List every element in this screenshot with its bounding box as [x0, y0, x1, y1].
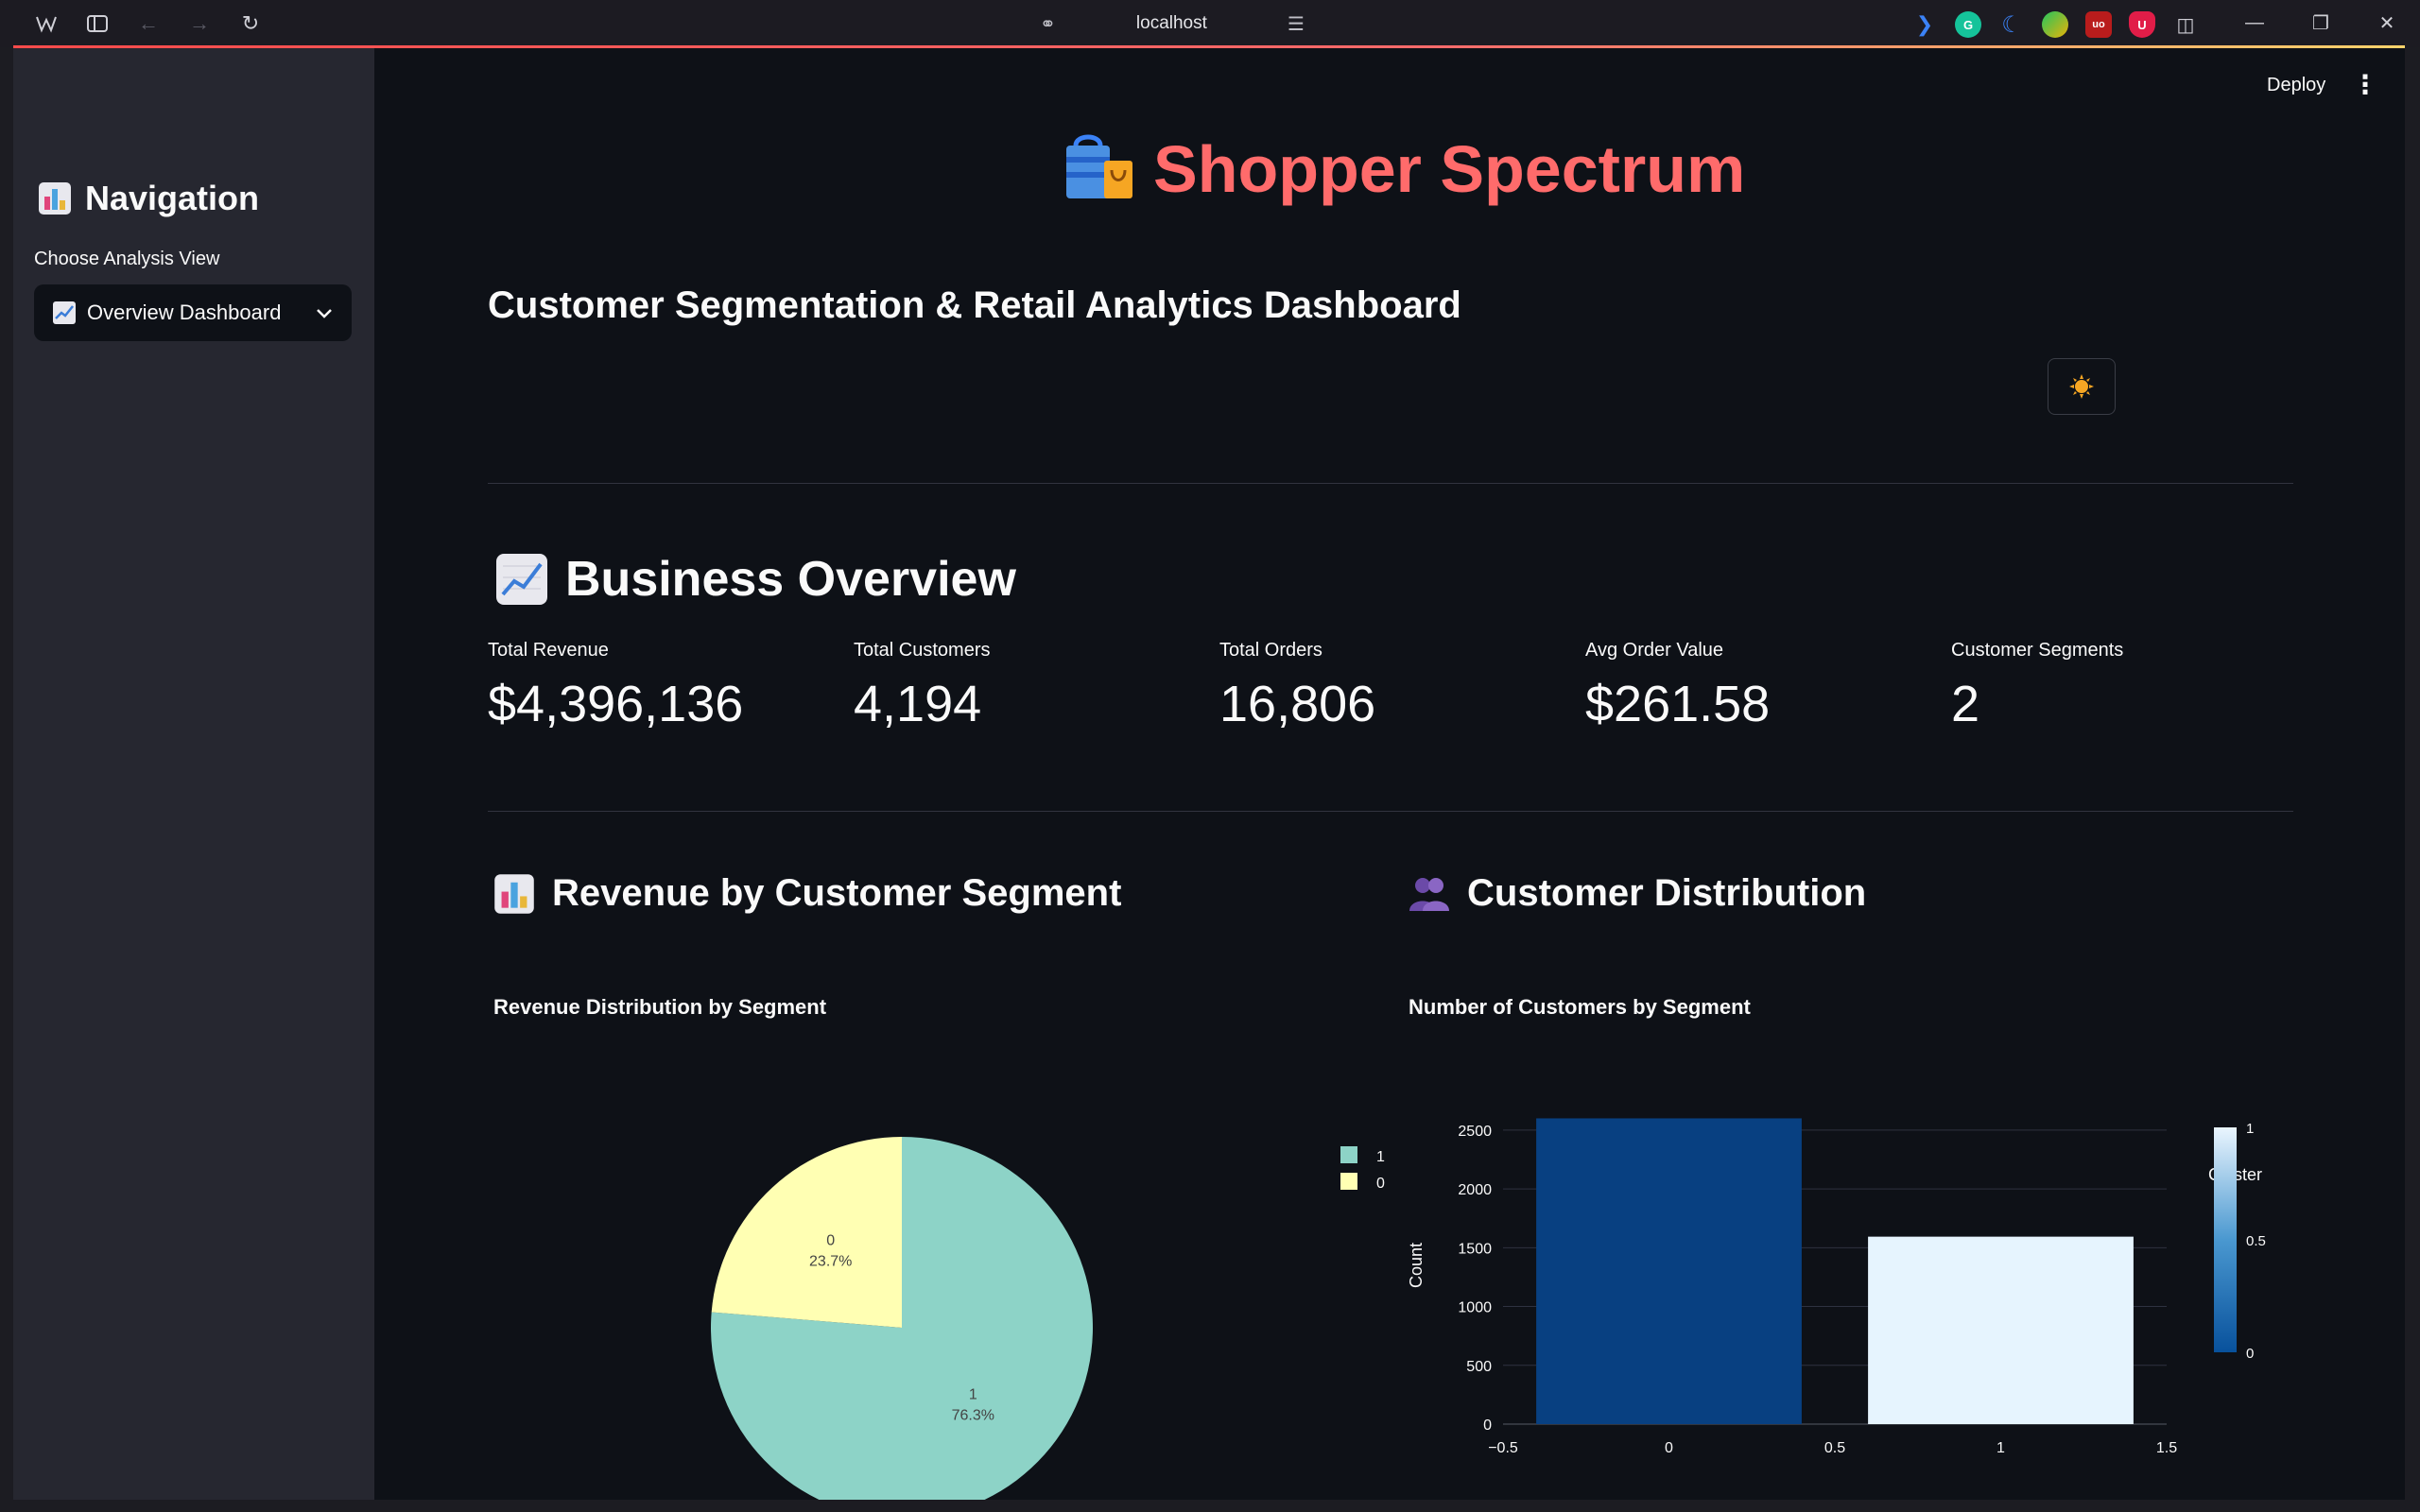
revenue-pie-chart[interactable]: 1 76.3% 0 23.7% 1 0 — [486, 1078, 1393, 1500]
app-window: Navigation Choose Analysis View Overview… — [13, 48, 2405, 1500]
legend-label: 1 — [1376, 1149, 1385, 1165]
sidebar-title: Navigation — [38, 179, 259, 218]
pie-chart-title: Revenue Distribution by Segment — [493, 995, 827, 1019]
bar-segment-1[interactable] — [1868, 1236, 2134, 1424]
y-tick-label: 1500 — [1458, 1241, 1492, 1257]
dark-mode-icon[interactable]: ☾ — [1998, 11, 2025, 38]
bar-chart-icon — [493, 873, 535, 915]
close-icon[interactable]: ✕ — [2354, 0, 2420, 45]
x-tick-label: 1.5 — [2156, 1440, 2177, 1456]
deploy-button[interactable]: Deploy — [2267, 75, 2325, 96]
sidebar: Navigation Choose Analysis View Overview… — [13, 48, 374, 1500]
colorbar — [2214, 1127, 2237, 1352]
extension-arrow-icon[interactable]: ❯ — [1911, 11, 1938, 38]
metric-label: Total Orders — [1219, 640, 1322, 661]
extensions-bar: ❯ G ☾ uo U ◫ — [1911, 11, 2199, 38]
metric-customer-segments: Customer Segments 2 — [1951, 640, 2123, 733]
legend-swatch[interactable] — [1340, 1146, 1357, 1163]
browser-nav: ← → ↻ — [21, 11, 276, 36]
x-tick-label: 0.5 — [1824, 1440, 1845, 1456]
sidebar-title-text: Navigation — [85, 179, 260, 217]
revenue-section-heading: Revenue by Customer Segment — [493, 872, 1121, 915]
shield-extension-icon[interactable]: U — [2129, 11, 2155, 38]
chevron-down-icon[interactable] — [316, 301, 333, 325]
customers-bar-chart[interactable]: 05001000150020002500−0.500.511.5CountClu… — [1399, 1088, 2288, 1500]
y-tick-label: 2500 — [1458, 1124, 1492, 1140]
business-overview-heading: Business Overview — [495, 551, 1016, 608]
metric-value: 16,806 — [1219, 676, 1376, 732]
metric-value: $261.58 — [1585, 676, 1771, 732]
analysis-view-select[interactable]: Overview Dashboard — [34, 284, 352, 341]
metric-avg-order-value: Avg Order Value $261.58 — [1585, 640, 1770, 733]
metric-value: 4,194 — [854, 676, 982, 732]
select-value: Overview Dashboard — [87, 301, 282, 324]
trend-chart-icon — [53, 301, 76, 324]
extension-globe-icon[interactable] — [2042, 11, 2068, 38]
pie-slice-label: 1 — [969, 1387, 977, 1403]
window-controls: — ❐ ✕ — [2221, 0, 2420, 45]
colorbar-tick-label: 0.5 — [2246, 1233, 2266, 1249]
trend-chart-icon — [495, 553, 548, 606]
y-axis-label: Count — [1407, 1243, 1426, 1288]
legend-swatch[interactable] — [1340, 1173, 1357, 1190]
site-settings-icon[interactable]: ☰ — [1288, 12, 1305, 36]
page-subtitle: Customer Segmentation & Retail Analytics… — [488, 284, 1461, 326]
metric-total-revenue: Total Revenue $4,396,136 — [488, 640, 743, 733]
metric-label: Customer Segments — [1951, 640, 2124, 661]
y-tick-label: 2000 — [1458, 1182, 1492, 1198]
metric-value: $4,396,136 — [488, 676, 744, 732]
ublock-icon[interactable]: uo — [2085, 11, 2112, 38]
metric-label: Avg Order Value — [1585, 640, 1724, 661]
y-tick-label: 1000 — [1458, 1300, 1492, 1316]
x-tick-label: 0 — [1665, 1440, 1673, 1456]
metric-total-customers: Total Customers 4,194 — [854, 640, 991, 733]
bar-segment-0[interactable] — [1536, 1118, 1802, 1424]
forward-icon[interactable]: → — [174, 11, 225, 36]
x-tick-label: −0.5 — [1488, 1440, 1518, 1456]
metric-value: 2 — [1951, 676, 1980, 732]
x-tick-label: 1 — [1996, 1440, 2005, 1456]
pie-slice-label: 0 — [826, 1232, 835, 1248]
pie-slice-percent: 23.7% — [809, 1253, 852, 1269]
bar-chart-icon — [38, 181, 72, 215]
metric-label: Total Customers — [854, 640, 991, 661]
y-tick-label: 500 — [1466, 1359, 1492, 1375]
metric-total-orders: Total Orders 16,806 — [1219, 640, 1375, 733]
distribution-section-heading: Customer Distribution — [1409, 872, 1866, 915]
page-header: Shopper Spectrum — [1063, 131, 1745, 207]
bar-chart-title: Number of Customers by Segment — [1409, 995, 1751, 1019]
sidebar-toggle-icon[interactable] — [72, 11, 123, 36]
legend-label: 0 — [1376, 1176, 1385, 1192]
people-icon — [1409, 875, 1450, 913]
metric-label: Total Revenue — [488, 640, 609, 661]
shopping-bags-icon — [1063, 132, 1136, 207]
pie-slice-0[interactable] — [711, 1137, 902, 1328]
colorbar-tick-label: 1 — [2246, 1121, 2254, 1137]
colorbar-tick-label: 0 — [2246, 1346, 2254, 1362]
browser-chrome: ← → ↻ ⚭ localhost ☰ ❯ G ☾ uo U ◫ — ❐ ✕ — [0, 0, 2420, 47]
revenue-section-title: Revenue by Customer Segment — [552, 872, 1122, 914]
main-menu-icon[interactable]: ⋮ — [2352, 69, 2378, 100]
business-overview-title: Business Overview — [565, 552, 1016, 607]
back-icon[interactable]: ← — [123, 11, 174, 36]
minimize-icon[interactable]: — — [2221, 0, 2288, 45]
browser-logo-icon[interactable] — [21, 11, 72, 36]
link-icon[interactable]: ⚭ — [1040, 12, 1056, 36]
page-title: Shopper Spectrum — [1153, 132, 1746, 206]
pie-slice-percent: 76.3% — [952, 1408, 994, 1424]
divider — [488, 811, 2293, 812]
y-tick-label: 0 — [1483, 1418, 1492, 1434]
choose-view-label: Choose Analysis View — [34, 249, 220, 269]
reload-icon[interactable]: ↻ — [225, 11, 276, 36]
address-bar[interactable]: ⚭ localhost ☰ — [1040, 9, 1305, 38]
split-view-icon[interactable]: ◫ — [2172, 11, 2199, 38]
restore-icon[interactable]: ❐ — [2288, 0, 2354, 45]
distribution-section-title: Customer Distribution — [1467, 872, 1867, 914]
grammarly-icon[interactable]: G — [1955, 11, 1981, 38]
sun-icon — [2069, 374, 2094, 399]
theme-toggle-button[interactable] — [2048, 358, 2116, 415]
divider — [488, 483, 2293, 484]
url-text: localhost — [1135, 13, 1207, 33]
